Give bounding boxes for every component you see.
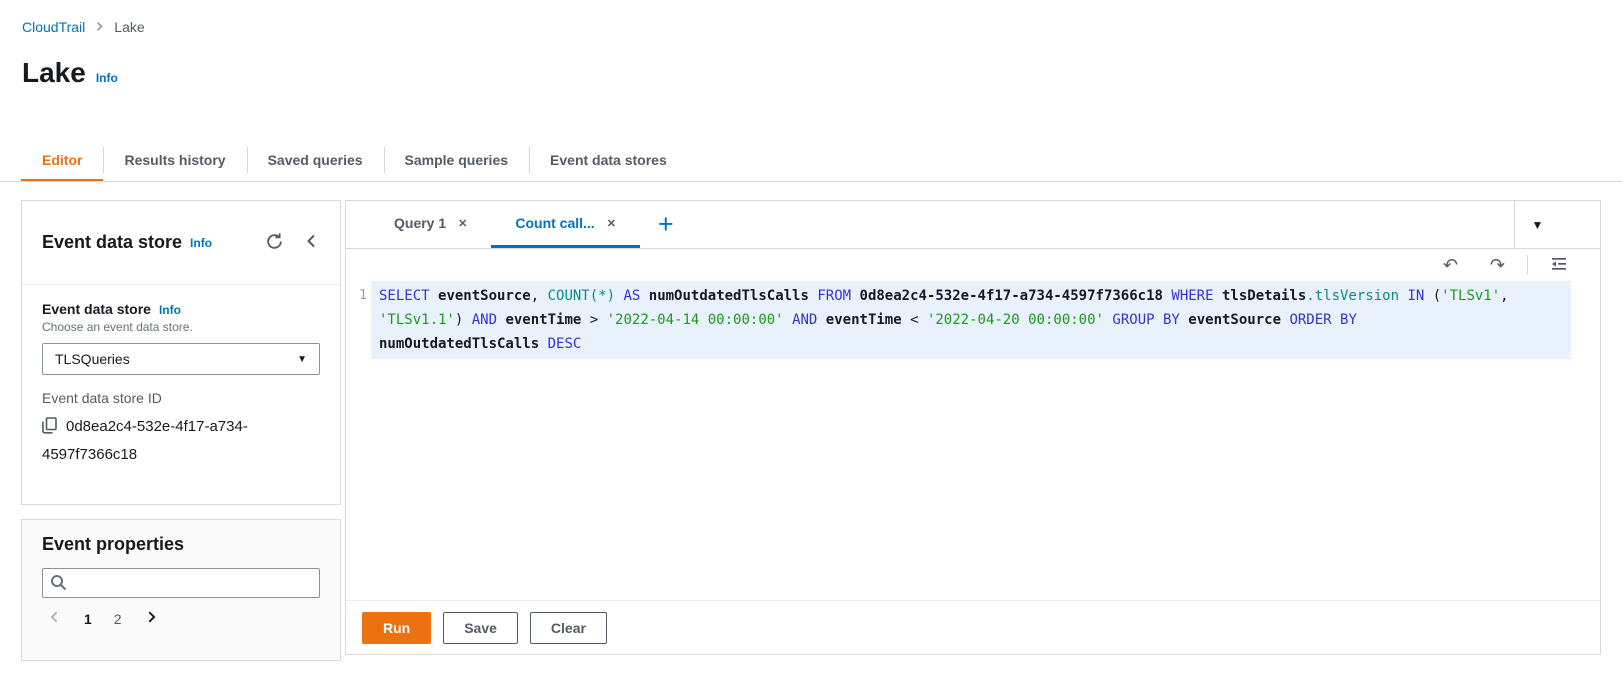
event-data-store-id: 0d8ea2c4-532e-4f17-a734-4597f7366c18	[42, 413, 320, 469]
tab-sample-queries[interactable]: Sample queries	[383, 140, 530, 182]
tab-results-history[interactable]: Results history	[103, 140, 246, 182]
nav-tabs: Editor Results history Saved queries Sam…	[21, 140, 688, 182]
store-field-label: Event data store	[42, 301, 151, 317]
save-button[interactable]: Save	[443, 611, 518, 644]
toolbar-divider	[1527, 255, 1528, 275]
line-number: 1	[359, 288, 367, 303]
undo-icon[interactable]: ↶	[1427, 256, 1474, 274]
pagination-next-icon[interactable]	[138, 608, 164, 629]
refresh-button[interactable]	[265, 232, 284, 254]
pagination-page-1[interactable]: 1	[78, 609, 98, 629]
add-query-tab-button[interactable]: +	[654, 201, 678, 248]
run-button[interactable]: Run	[362, 611, 432, 644]
sql-editor[interactable]: 1 SELECT eventSource, COUNT(*) AS numOut…	[346, 281, 1600, 359]
query-tab-count-calls[interactable]: Count call... ✕	[491, 201, 640, 248]
active-line-highlight: SELECT eventSource, COUNT(*) AS numOutda…	[371, 281, 1571, 359]
sql-code: SELECT eventSource, COUNT(*) AS numOutda…	[379, 288, 1518, 352]
query-tab-query-1[interactable]: Query 1 ✕	[370, 201, 491, 248]
panel-title: Event data store	[42, 232, 183, 252]
close-icon[interactable]: ✕	[607, 217, 616, 230]
event-data-store-select[interactable]: TLSQueries ▼	[42, 343, 320, 375]
breadcrumb-current: Lake	[114, 19, 145, 35]
store-id-value: 0d8ea2c4-532e-4f17-a734-4597f7366c18	[42, 418, 248, 463]
tab-event-data-stores[interactable]: Event data stores	[529, 140, 688, 182]
panel-header: Event data store Info	[22, 201, 340, 285]
editor-footer: Run Save Clear	[346, 600, 1600, 654]
selected-store-value: TLSQueries	[55, 351, 130, 367]
tab-saved-queries[interactable]: Saved queries	[246, 140, 384, 182]
store-field-info-link[interactable]: Info	[159, 303, 181, 317]
pagination-prev-icon[interactable]	[42, 608, 68, 629]
event-properties-title: Event properties	[42, 534, 185, 554]
refresh-icon	[265, 232, 284, 254]
search-icon	[50, 574, 67, 596]
editor-toolbar: ↶ ↷	[346, 249, 1600, 281]
indent-icon[interactable]	[1534, 255, 1584, 276]
panel-info-link[interactable]: Info	[190, 236, 212, 250]
clear-button[interactable]: Clear	[529, 611, 607, 644]
breadcrumb: CloudTrail Lake	[22, 19, 145, 35]
property-search	[42, 568, 320, 598]
page-title: Lake	[22, 57, 86, 88]
tab-overflow-section: ▼	[1514, 201, 1560, 248]
store-id-label: Event data store ID	[42, 390, 162, 406]
collapse-panel-button[interactable]	[304, 233, 320, 252]
page-info-link[interactable]: Info	[96, 71, 118, 85]
chevron-left-icon	[304, 233, 320, 252]
breadcrumb-link-cloudtrail[interactable]: CloudTrail	[22, 19, 85, 35]
event-properties-panel: Event properties 1 2	[21, 519, 341, 661]
tab-list-dropdown-icon[interactable]: ▼	[1526, 217, 1550, 233]
tabs-divider	[0, 181, 1622, 182]
tab-editor[interactable]: Editor	[21, 140, 104, 182]
copy-icon[interactable]	[42, 417, 57, 437]
chevron-down-icon: ▼	[297, 353, 307, 365]
pagination: 1 2	[42, 608, 320, 629]
breadcrumb-chevron-icon	[94, 19, 105, 35]
redo-icon[interactable]: ↷	[1474, 256, 1521, 274]
close-icon[interactable]: ✕	[458, 217, 467, 230]
query-editor-panel: Query 1 ✕ Count call... ✕ + ▼ ↶ ↷ 1 SELE…	[345, 200, 1601, 655]
query-tab-bar: Query 1 ✕ Count call... ✕ + ▼	[346, 201, 1600, 249]
pagination-page-2[interactable]: 2	[108, 609, 128, 629]
store-field-help: Choose an event data store.	[42, 320, 193, 334]
search-input[interactable]	[42, 568, 320, 598]
event-data-store-panel: Event data store Info Event data store I…	[21, 200, 341, 505]
